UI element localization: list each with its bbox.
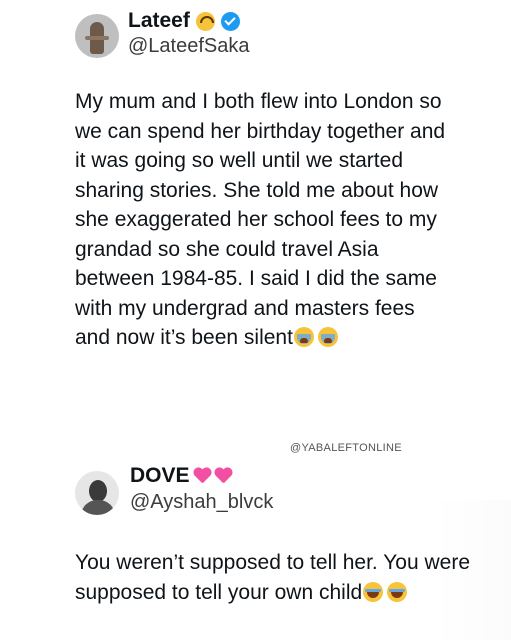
watermark: @YABALEFTONLINE (290, 442, 402, 454)
author-handle[interactable]: @Ayshah_blvck (130, 491, 273, 514)
tears-of-joy-icon (387, 581, 408, 602)
upside-down-face-icon (195, 11, 215, 31)
heart-with-ribbon-icon (193, 468, 211, 484)
tweet-original: Lateef @LateefSaka My mum and I both fle… (0, 0, 511, 455)
tweet-text-content: My mum and I both flew into London so we… (75, 90, 446, 349)
author-name-row[interactable]: DOVE (130, 464, 232, 488)
author-name[interactable]: Lateef (128, 9, 190, 33)
avatar[interactable] (75, 471, 119, 515)
tweet-text-content: You weren’t supposed to tell her. You we… (75, 551, 471, 604)
author-name-row[interactable]: Lateef (128, 9, 240, 33)
tweet-text: You weren’t supposed to tell her. You we… (75, 548, 475, 607)
revolving-hearts-icon (214, 468, 232, 484)
avatar[interactable] (75, 14, 119, 58)
edge-shadow (432, 500, 511, 640)
tears-of-joy-icon (363, 581, 384, 602)
author-name[interactable]: DOVE (130, 464, 190, 488)
loudly-crying-face-icon (317, 327, 338, 347)
author-handle[interactable]: @LateefSaka (128, 35, 250, 58)
loudly-crying-face-icon (293, 327, 314, 347)
verified-badge-icon (220, 11, 240, 31)
tweet-text: My mum and I both flew into London so we… (75, 87, 455, 353)
